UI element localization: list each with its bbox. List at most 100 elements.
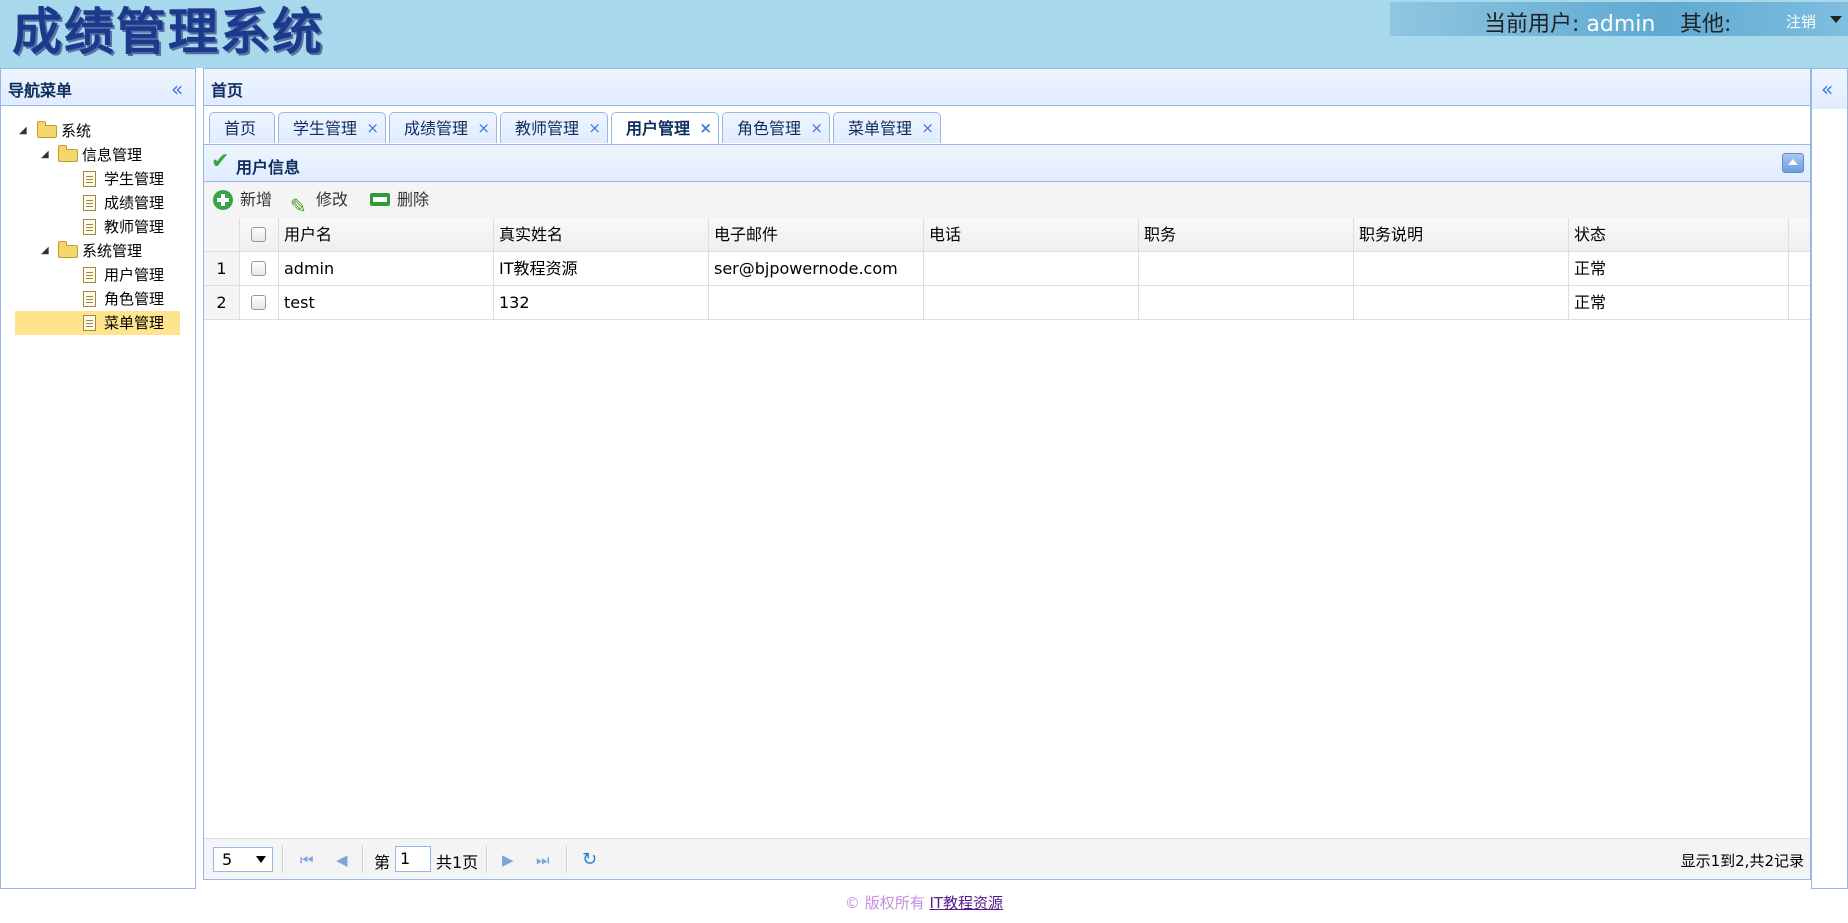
- cell-email: ser@bjpowernode.com: [709, 252, 924, 285]
- file-icon: [83, 315, 96, 331]
- pager-separator: [362, 846, 364, 873]
- tree-node-label: 角色管理: [104, 290, 165, 308]
- tree-node-label: 成绩管理: [104, 194, 165, 212]
- tree-expanded-icon[interactable]: ◢: [41, 239, 49, 263]
- first-page-icon[interactable]: ⏮: [300, 851, 314, 869]
- next-page-icon[interactable]: ▶: [502, 851, 514, 869]
- select-all-checkbox[interactable]: [251, 227, 266, 242]
- tree-node-label: 用户管理: [104, 266, 165, 284]
- user-bar: 当前用户: admin 其他: 注销: [1390, 2, 1848, 37]
- tab-label: 角色管理: [737, 119, 802, 138]
- nav-panel-title: 导航菜单: [8, 81, 73, 100]
- delete-button[interactable]: 删除: [370, 182, 432, 218]
- pager-separator: [566, 846, 568, 873]
- chevron-down-icon: [256, 856, 266, 863]
- tab-home[interactable]: 首页: [209, 112, 275, 143]
- main-panel: 首页 首页 学生管理 × 成绩管理 × 教师管理 × 用户管理 × 角色管理 × 菜单管理…: [203, 68, 1811, 880]
- grid-header-row: 用户名 真实姓名 电子邮件 电话 职务 职务说明 状态: [204, 218, 1810, 252]
- column-header[interactable]: 电子邮件: [709, 218, 924, 251]
- file-icon: [83, 267, 96, 283]
- tree-node-user-mgmt[interactable]: 用户管理: [15, 263, 180, 287]
- east-panel: «: [1811, 68, 1848, 889]
- row-number: 2: [204, 286, 240, 319]
- tab-menu-mgmt[interactable]: 菜单管理 ×: [833, 112, 941, 143]
- refresh-icon[interactable]: ↻: [582, 849, 597, 870]
- user-info-panel: ✔ 用户信息 新增 ✎ 修改 删除 用户名 真实姓名 电子邮件 电话 职务 职务…: [204, 145, 1810, 879]
- table-row[interactable]: 1 admin IT教程资源 ser@bjpowernode.com 正常: [204, 252, 1810, 286]
- tab-close-icon[interactable]: ×: [477, 113, 490, 144]
- copyright-link[interactable]: IT教程资源: [929, 894, 1003, 912]
- tree-node-student-mgmt[interactable]: 学生管理: [15, 167, 180, 191]
- cell-phone: [924, 252, 1139, 285]
- tab-close-icon[interactable]: ×: [810, 113, 823, 144]
- tree-node-system-mgmt[interactable]: ◢ 系统管理: [15, 239, 180, 263]
- grid-toolbar: 新增 ✎ 修改 删除: [204, 182, 1810, 219]
- select-all-cell: [240, 218, 279, 251]
- add-icon: [213, 190, 233, 210]
- tab-close-icon[interactable]: ×: [699, 113, 712, 144]
- current-user-name: admin: [1586, 12, 1656, 37]
- cell-status: 正常: [1569, 286, 1789, 319]
- column-header[interactable]: 职务: [1139, 218, 1354, 251]
- tree-node-role-mgmt[interactable]: 角色管理: [15, 287, 180, 311]
- add-button-label: 新增: [240, 190, 273, 209]
- column-header[interactable]: 职务说明: [1354, 218, 1569, 251]
- dropdown-caret-icon[interactable]: [1830, 16, 1842, 23]
- prev-page-icon[interactable]: ◀: [336, 851, 348, 869]
- copyright-text: © 版权所有: [844, 894, 930, 912]
- app-title: 成绩管理系统: [12, 2, 324, 61]
- column-header[interactable]: 电话: [924, 218, 1139, 251]
- tree-node-label: 教师管理: [104, 218, 165, 236]
- cell-realname: 132: [494, 286, 709, 319]
- folder-open-icon: [58, 241, 78, 258]
- cell-username: admin: [279, 252, 494, 285]
- page-prefix-label: 第: [374, 853, 391, 872]
- edit-button-label: 修改: [316, 190, 349, 209]
- expand-right-icon[interactable]: «: [1821, 77, 1833, 101]
- tree-node-score-mgmt[interactable]: 成绩管理: [15, 191, 180, 215]
- tab-label: 菜单管理: [848, 119, 913, 138]
- tree-expanded-icon[interactable]: ◢: [19, 119, 27, 143]
- tab-teacher-mgmt[interactable]: 教师管理 ×: [500, 112, 608, 143]
- cell-username: test: [279, 286, 494, 319]
- pagination-bar: 5 ⏮ ◀ 第 1 共1页 ▶ ⏭ ↻ 显示1到2,共2记录: [204, 838, 1810, 879]
- page-size-select[interactable]: 5: [213, 847, 273, 872]
- tree-node-label: 系统管理: [82, 242, 143, 260]
- tab-close-icon[interactable]: ×: [366, 113, 379, 144]
- folder-open-icon: [58, 145, 78, 162]
- tree-node-info-mgmt[interactable]: ◢ 信息管理: [15, 143, 180, 167]
- row-checkbox[interactable]: [251, 261, 266, 276]
- tab-student-mgmt[interactable]: 学生管理 ×: [278, 112, 386, 143]
- current-user-label: 当前用户:: [1484, 12, 1587, 37]
- checkmark-icon: ✔: [211, 149, 230, 174]
- tab-user-mgmt[interactable]: 用户管理 ×: [611, 112, 719, 144]
- page-number-input[interactable]: 1: [395, 846, 431, 872]
- cell-email: [709, 286, 924, 319]
- user-info-header: ✔ 用户信息: [204, 145, 1810, 182]
- row-checkbox[interactable]: [251, 295, 266, 310]
- column-header[interactable]: 用户名: [279, 218, 494, 251]
- main-panel-header: 首页: [204, 69, 1810, 106]
- column-header[interactable]: 真实姓名: [494, 218, 709, 251]
- column-header[interactable]: 状态: [1569, 218, 1789, 251]
- user-grid: 用户名 真实姓名 电子邮件 电话 职务 职务说明 状态 1 admin IT教程…: [204, 218, 1810, 320]
- edit-button[interactable]: ✎ 修改: [290, 182, 352, 218]
- tab-close-icon[interactable]: ×: [921, 113, 934, 144]
- tab-close-icon[interactable]: ×: [588, 113, 601, 144]
- tree-node-system[interactable]: ◢ 系统: [15, 119, 180, 143]
- collapse-left-icon[interactable]: «: [171, 77, 183, 101]
- cell-realname: IT教程资源: [494, 252, 709, 285]
- tab-score-mgmt[interactable]: 成绩管理 ×: [389, 112, 497, 143]
- tab-role-mgmt[interactable]: 角色管理 ×: [722, 112, 830, 143]
- pager-separator: [486, 846, 488, 873]
- add-button[interactable]: 新增: [212, 182, 274, 218]
- tree-node-teacher-mgmt[interactable]: 教师管理: [15, 215, 180, 239]
- table-row[interactable]: 2 test 132 正常: [204, 286, 1810, 320]
- tree-expanded-icon[interactable]: ◢: [41, 143, 49, 167]
- tree-node-menu-mgmt[interactable]: 菜单管理: [15, 311, 180, 335]
- last-page-icon[interactable]: ⏭: [536, 851, 550, 869]
- folder-open-icon: [37, 121, 57, 138]
- nav-tree: ◢ 系统 ◢ 信息管理 学生管理 成绩管理 教师管理 ◢ 系统管理 用户管理 角…: [15, 119, 180, 335]
- collapse-panel-button[interactable]: [1782, 153, 1804, 173]
- logout-link[interactable]: 注销: [1786, 11, 1816, 32]
